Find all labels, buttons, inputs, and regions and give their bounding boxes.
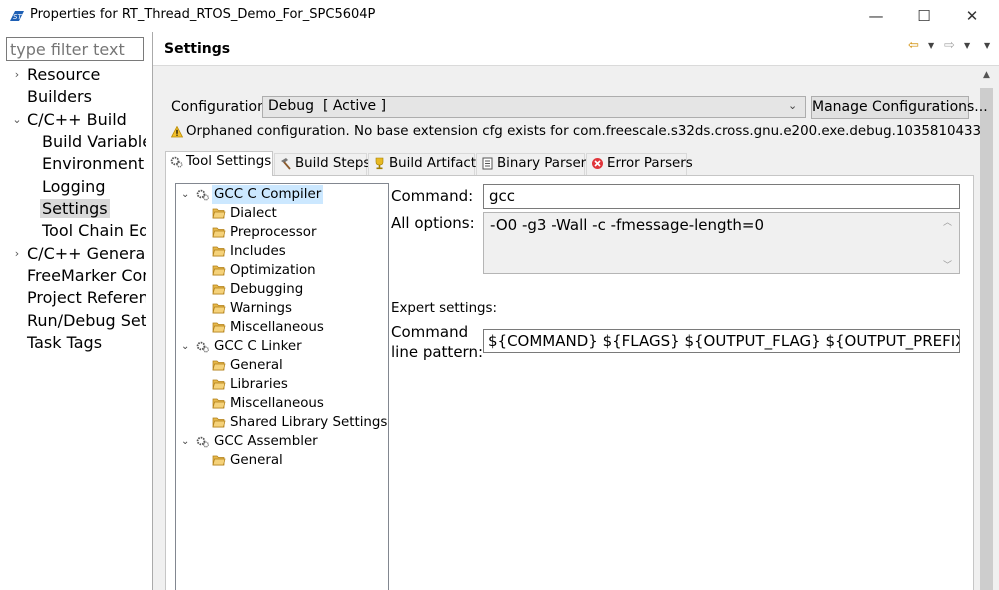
chevron-down-icon[interactable]: ⌄	[788, 99, 797, 112]
chevron-down-icon[interactable]: ﹀	[943, 258, 952, 271]
gears-icon	[196, 341, 209, 353]
chevron-right-icon[interactable]: ›	[12, 64, 22, 86]
nav-item-resource[interactable]: › Resource	[15, 64, 101, 86]
chevron-down-icon[interactable]: ⌄	[12, 109, 22, 131]
configuration-select[interactable]: Debug [ Active ]	[262, 96, 806, 118]
orphaned-configuration-warning: Orphaned configuration. No base extensio…	[186, 124, 982, 139]
window-title: Properties for RT_Thread_RTOS_Demo_For_S…	[30, 7, 376, 22]
all-options-label: All options:	[391, 214, 475, 232]
close-button[interactable]: ✕	[949, 0, 995, 32]
svg-text:ST: ST	[13, 13, 22, 21]
nav-item-tool-chain-editor[interactable]: Tool Chain Editor	[42, 220, 146, 242]
nav-item-environment[interactable]: Environment	[42, 153, 144, 175]
folder-icon	[212, 303, 226, 314]
command-line-pattern-label: Command line pattern:	[391, 323, 484, 361]
error-icon	[592, 158, 603, 169]
minimize-button[interactable]: —	[853, 0, 899, 32]
nav-item-settings[interactable]: Settings	[40, 198, 110, 220]
folder-icon	[212, 322, 226, 333]
tab-build-steps[interactable]: Build Steps	[274, 153, 370, 175]
app-logo-icon: ST	[10, 11, 24, 21]
hammer-icon	[281, 158, 291, 170]
filter-input[interactable]: type filter text	[6, 37, 144, 61]
folder-icon	[212, 455, 226, 466]
folder-icon	[212, 208, 226, 219]
chevron-right-icon[interactable]: ›	[12, 243, 22, 265]
folder-icon	[212, 265, 226, 276]
view-menu-icon[interactable]: ▼	[984, 41, 990, 50]
forward-arrow-icon[interactable]: ⇨	[944, 38, 955, 53]
gears-icon	[196, 189, 209, 201]
settings-header	[153, 32, 999, 66]
folder-icon	[212, 246, 226, 257]
warning-icon	[171, 126, 183, 138]
nav-item-logging[interactable]: Logging	[42, 176, 105, 198]
tab-build-artifact[interactable]: Build Artifact	[368, 153, 476, 175]
folder-icon	[212, 360, 226, 371]
command-label: Command:	[391, 187, 474, 205]
folder-icon	[212, 227, 226, 238]
nav-item-run-debug-settings[interactable]: Run/Debug Settings	[27, 310, 146, 332]
nav-item-cpp-build[interactable]: ⌄ C/C++ Build	[12, 109, 126, 131]
tab-error-parsers[interactable]: Error Parsers	[586, 153, 693, 175]
configuration-label: Configuration:	[171, 99, 271, 115]
expert-settings-label: Expert settings:	[391, 301, 498, 316]
back-arrow-icon[interactable]: ⇦	[908, 38, 919, 53]
page-title: Settings	[164, 41, 231, 57]
gears-icon	[170, 156, 183, 168]
scroll-up-icon[interactable]: ▲	[978, 70, 995, 84]
maximize-button[interactable]: ☐	[901, 0, 947, 32]
nav-item-project-references[interactable]: Project References	[27, 287, 146, 309]
nav-item-builders[interactable]: Builders	[27, 86, 92, 108]
property-page-tree: › Resource Builders ⌄ C/C++ Build Build Va…	[0, 64, 146, 590]
folder-icon	[212, 417, 226, 428]
folder-icon	[212, 398, 226, 409]
gears-icon	[196, 436, 209, 448]
folder-icon	[212, 379, 226, 390]
nav-item-build-variables[interactable]: Build Variables	[42, 131, 146, 153]
trophy-icon	[375, 157, 384, 170]
manage-configurations-button[interactable]: Manage Configurations...	[811, 96, 988, 119]
chevron-down-icon[interactable]: ⌄	[181, 432, 189, 451]
forward-dropdown-icon[interactable]: ▼	[964, 41, 970, 50]
chevron-down-icon[interactable]: ⌄	[181, 337, 189, 356]
tab-tool-settings[interactable]: Tool Settings	[165, 151, 273, 176]
nav-item-cpp-general[interactable]: › C/C++ General	[15, 243, 146, 265]
scrollbar-thumb[interactable]	[980, 88, 993, 590]
back-dropdown-icon[interactable]: ▼	[928, 41, 934, 50]
chevron-down-icon[interactable]: ⌄	[181, 185, 189, 204]
nav-item-task-tags[interactable]: Task Tags	[27, 332, 102, 354]
command-input[interactable]: gcc	[483, 184, 960, 209]
tool-settings-tree: ⌄ GCC C Compiler Dialect Preprocessor In…	[175, 183, 389, 590]
binary-file-icon	[482, 157, 493, 170]
nav-item-freemarker-context[interactable]: FreeMarker Context	[27, 265, 146, 287]
chevron-up-icon[interactable]: ︿	[943, 215, 952, 228]
tab-binary-parsers[interactable]: Binary Parsers	[476, 153, 593, 175]
command-line-pattern-input[interactable]: ${COMMAND} ${FLAGS} ${OUTPUT_FLAG} ${OUT…	[483, 329, 960, 353]
all-options-textarea[interactable]: -O0 -g3 -Wall -c -fmessage-length=0	[483, 212, 960, 274]
folder-icon	[212, 284, 226, 295]
